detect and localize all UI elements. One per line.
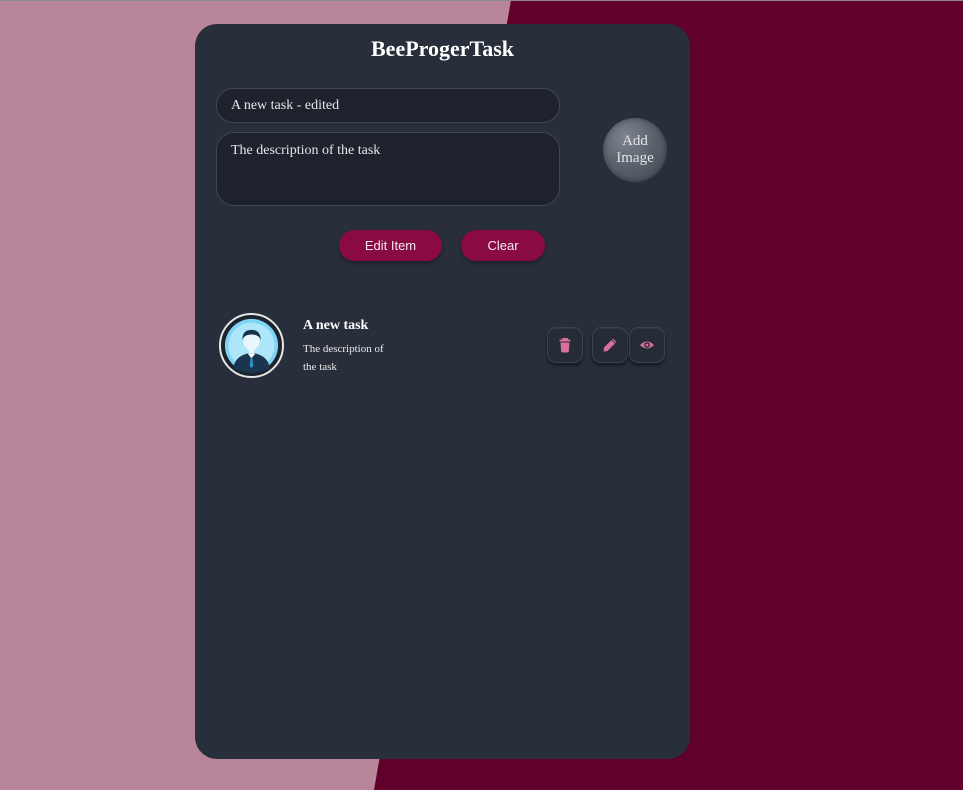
- task-title-input[interactable]: A new task - edited: [216, 88, 560, 123]
- user-avatar-icon: [219, 313, 284, 378]
- pencil-icon: [603, 338, 617, 352]
- top-border: [0, 0, 963, 1]
- eye-icon: [640, 341, 654, 349]
- clear-button[interactable]: Clear: [461, 230, 545, 261]
- task-card: BeeProgerTask A new task - edited The de…: [195, 24, 690, 759]
- task-description-input[interactable]: The description of the task: [216, 132, 560, 206]
- add-image-button[interactable]: Add Image: [603, 118, 667, 182]
- add-image-label: Add Image: [616, 133, 654, 166]
- edit-item-button[interactable]: Edit Item: [339, 230, 442, 261]
- edit-task-button[interactable]: [592, 327, 628, 363]
- trash-icon: [559, 338, 571, 353]
- view-task-button[interactable]: [629, 327, 665, 363]
- app-title: BeeProgerTask: [371, 36, 514, 61]
- task-description: The description of the task: [303, 343, 384, 373]
- list-item: A new task The description of the task: [195, 312, 690, 382]
- delete-task-button[interactable]: [547, 327, 583, 363]
- task-title: A new task: [303, 318, 369, 333]
